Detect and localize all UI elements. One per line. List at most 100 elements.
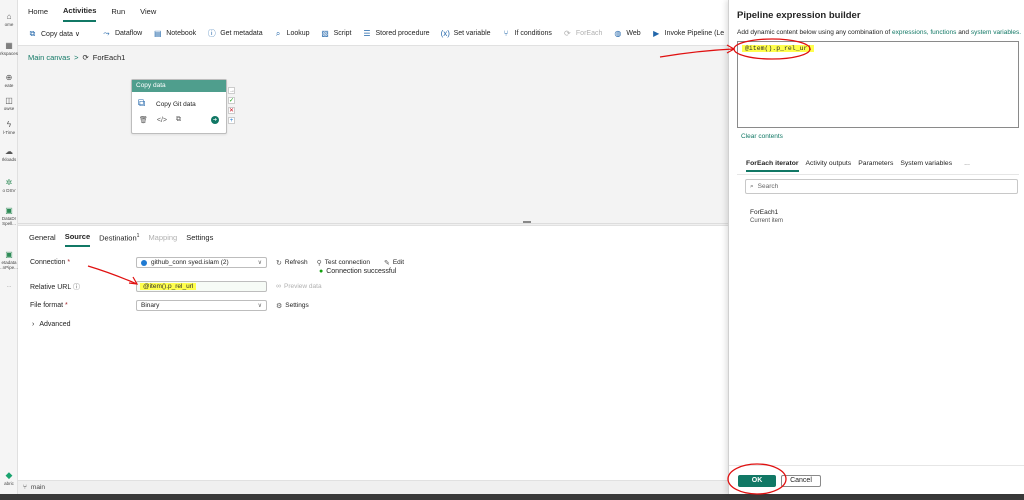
plug-icon: ⚲ (316, 259, 322, 267)
skip-connector-icon[interactable]: → (228, 87, 235, 94)
success-connector-icon[interactable]: ✓ (228, 97, 235, 104)
ribbon-variable-button[interactable]: (x) Set variable (441, 29, 491, 38)
ok-button[interactable]: OK (738, 475, 776, 487)
completion-connector-icon[interactable]: + (228, 117, 235, 124)
system-variables-link[interactable]: system variables. (971, 29, 1021, 36)
tab-activity-outputs[interactable]: Activity outputs (806, 157, 852, 172)
tab-settings[interactable]: Settings (186, 228, 213, 246)
activities-ribbon: ⧉ Copy data ∨ ⤳ Dataflow ▤ Notebook ⓘ Get metad… (18, 22, 728, 46)
rail-item-label: ome (4, 22, 14, 27)
clear-contents-link[interactable]: Clear contents (741, 133, 783, 140)
preview-data-button[interactable]: ∞ Preview data (276, 283, 322, 290)
tab-mapping[interactable]: Mapping (148, 228, 177, 246)
tab-system-variables[interactable]: System variables (900, 157, 952, 172)
menu-tab-home[interactable]: Home (28, 1, 48, 21)
search-input[interactable]: ⌕ Search (745, 179, 1018, 194)
rail-item-2[interactable]: ⊕ eate (0, 73, 18, 88)
tab-foreach-iterator[interactable]: ForEach iterator (746, 157, 799, 172)
add-output-icon[interactable]: ➜ (211, 116, 219, 124)
search-placeholder: Search (757, 183, 779, 190)
ribbon-script-button[interactable]: ▧ Script (321, 29, 351, 38)
rail-item-1[interactable]: ▦ rkspaces (0, 41, 18, 56)
ribbon-lookup-button[interactable]: ⌕ Lookup (274, 29, 310, 38)
copy-data-activity[interactable]: Copy data ⧉ Copy Git data 🗑 </> ⧉ ➜ (131, 79, 227, 134)
rail-item-5[interactable]: ☁ rkloads (0, 147, 18, 162)
refresh-button[interactable]: ↻ Refresh (276, 259, 308, 267)
chevron-right-icon: › (32, 321, 35, 328)
ribbon-foreach-button[interactable]: ⟳ ForEach (563, 29, 602, 38)
branch-icon: ⑂ (23, 484, 27, 491)
branch-name[interactable]: main (31, 484, 45, 491)
rail-item-7[interactable]: ▣ DataDr Spell... (0, 206, 18, 226)
rail-item-3[interactable]: ◫ owse (0, 96, 18, 111)
ribbon-info-button[interactable]: ⓘ Get metadata (207, 29, 263, 38)
menu-tab-view[interactable]: View (140, 1, 156, 21)
clone-icon[interactable]: ⧉ (176, 116, 181, 124)
tab-general[interactable]: General (29, 228, 56, 246)
format-settings-button[interactable]: ⚙ Settings (276, 302, 309, 310)
expression-editor[interactable]: @item().p_rel_url (737, 41, 1019, 128)
tab-destination[interactable]: Destination1 (99, 228, 139, 247)
rail-item-4[interactable]: ϟ l-Time (0, 120, 18, 135)
pipeline-canvas[interactable]: Main canvas > ⟳ ForEach1 Copy data ⧉ Cop… (18, 46, 728, 224)
menu-tab-run[interactable]: Run (111, 1, 125, 21)
glasses-icon: ∞ (276, 283, 281, 290)
taskbar-strip (0, 494, 1024, 500)
datadr-icon: ▣ (5, 206, 13, 215)
pencil-icon: ✎ (383, 259, 390, 267)
test-connection-button[interactable]: ⚲ Test connection (317, 259, 370, 267)
ribbon-notebook-button[interactable]: ▤ Notebook (153, 29, 196, 38)
tab-label: Settings (186, 233, 214, 242)
ribbon-if-condition-button[interactable]: ⑂ If conditions (502, 29, 552, 38)
connection-status-dot (141, 259, 147, 266)
tab-parameters[interactable]: Parameters (858, 157, 893, 172)
delete-icon[interactable]: 🗑 (139, 116, 148, 124)
menu-tab-activities[interactable]: Activities (63, 0, 97, 22)
pane-splitter[interactable] (18, 223, 728, 224)
breadcrumb-current: ForEach1 (92, 53, 126, 62)
ribbon-web-button[interactable]: ◍ Web (613, 29, 640, 38)
advanced-expander[interactable]: › Advanced (32, 321, 70, 328)
rail-item-9[interactable]: ... (0, 283, 18, 288)
edit-label: Edit (392, 259, 405, 266)
web-icon: ◍ (614, 29, 622, 38)
cancel-button[interactable]: Cancel (781, 475, 821, 487)
ribbon-copy-data-button[interactable]: ⧉ Copy data ∨ (28, 29, 80, 38)
stored-procedure-icon: ☰ (363, 29, 371, 38)
ribbon-stored-procedure-button[interactable]: ☰ Stored procedure (362, 29, 429, 38)
ribbon-label: Invoke Pipeline (Le (664, 30, 725, 37)
ribbon-invoke-pipeline-button[interactable]: ▶ Invoke Pipeline (Le (652, 29, 725, 38)
relative-url-input[interactable]: @item().p_rel_url (136, 281, 267, 292)
expressions-link[interactable]: expressions, (892, 29, 929, 36)
rail-item-8[interactable]: ▣ etadata ..nPipe... (0, 250, 18, 270)
code-icon[interactable]: </> (157, 117, 167, 124)
functions-link[interactable]: functions (930, 29, 956, 36)
invoke-pipeline-icon: ▶ (653, 29, 660, 38)
rail-item-0[interactable]: ⌂ ome (0, 12, 18, 27)
panel-subtitle: Add dynamic content below using any comb… (737, 29, 1021, 36)
activity-name: Copy Git data (156, 100, 196, 108)
ribbon-label: Notebook (166, 30, 197, 37)
home-icon: ⌂ (6, 12, 12, 21)
tab-badge: 1 (136, 232, 140, 239)
rail-item-label: owse (3, 106, 15, 111)
foreach-item[interactable]: ForEach1 Current item (750, 209, 783, 225)
splitter-handle[interactable] (523, 221, 531, 223)
breadcrumb-main-canvas[interactable]: Main canvas (28, 53, 70, 62)
file-format-select[interactable]: Binary ∨ (136, 300, 267, 311)
failure-connector-icon[interactable]: ✕ (228, 107, 235, 114)
ribbon-label: ForEach (575, 30, 603, 37)
edit-connection-button[interactable]: ✎ Edit (384, 259, 404, 267)
more-tabs-icon[interactable]: ... (964, 157, 970, 172)
rail-item-6[interactable]: ✲ o DSV (0, 178, 18, 193)
connection-select[interactable]: github_conn syed.islam (2) ∨ (136, 257, 267, 268)
advanced-label: Advanced (39, 321, 71, 328)
chevron-down-icon: ∨ (257, 303, 262, 309)
fabric-switcher[interactable]: ◆ abric (0, 470, 18, 487)
foreach-item-name: ForEach1 (750, 209, 779, 216)
ribbon-dataflow-button[interactable]: ⤳ Dataflow (102, 29, 142, 38)
ribbon-label: Dataflow (114, 30, 143, 37)
fabric-icon: ◆ (5, 470, 13, 480)
tab-source[interactable]: Source (64, 227, 91, 247)
file-format-label: File format (30, 302, 64, 309)
